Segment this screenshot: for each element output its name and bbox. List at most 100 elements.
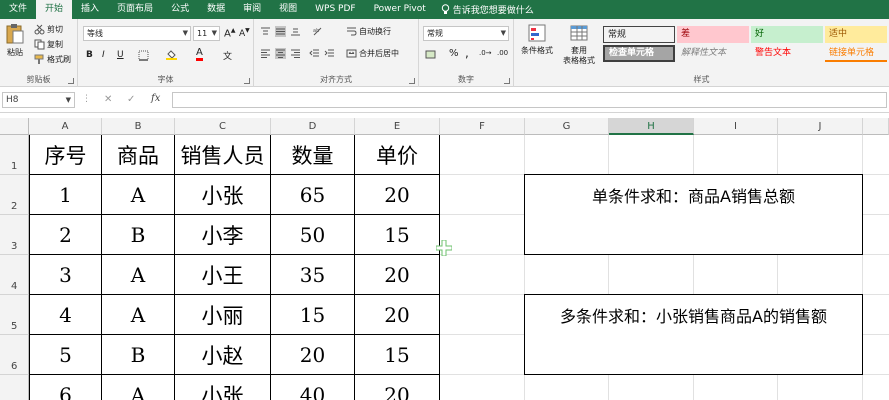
table-cell[interactable]: 20 bbox=[355, 375, 439, 400]
tab-data[interactable]: 数据 bbox=[198, 0, 234, 19]
paste-button[interactable]: 粘贴 bbox=[4, 23, 26, 58]
decrease-indent-button[interactable] bbox=[309, 48, 320, 59]
single-condition-sum-result[interactable] bbox=[524, 214, 863, 255]
table-cell[interactable]: A bbox=[102, 295, 174, 334]
row-header-3[interactable]: 3 bbox=[0, 215, 29, 255]
tab-wps-pdf[interactable]: WPS PDF bbox=[306, 0, 364, 19]
row-header-6[interactable]: 6 bbox=[0, 335, 29, 375]
table-cell[interactable]: 小张 bbox=[175, 375, 270, 400]
tab-insert[interactable]: 插入 bbox=[72, 0, 108, 19]
insert-function-button[interactable]: fx bbox=[151, 93, 160, 104]
number-launcher[interactable] bbox=[504, 78, 510, 84]
style-bad[interactable]: 差 bbox=[677, 26, 749, 43]
column-header-a[interactable]: A bbox=[29, 118, 102, 135]
column-header-g[interactable]: G bbox=[525, 118, 609, 135]
table-cell[interactable]: 小赵 bbox=[175, 335, 270, 374]
table-cell[interactable]: 6 bbox=[30, 375, 101, 400]
row-header-5[interactable]: 5 bbox=[0, 295, 29, 335]
alignment-launcher[interactable] bbox=[409, 78, 415, 84]
table-cell[interactable]: 小张 bbox=[175, 175, 270, 214]
multi-condition-sum-label[interactable]: 多条件求和：小张销售商品A的销售额 bbox=[524, 294, 863, 335]
table-cell[interactable]: 4 bbox=[30, 295, 101, 334]
currency-button[interactable] bbox=[425, 49, 436, 60]
table-cell[interactable]: A bbox=[102, 255, 174, 294]
table-cell[interactable]: 40 bbox=[271, 375, 354, 400]
column-header-i[interactable]: I bbox=[694, 118, 778, 135]
number-format-select[interactable]: 常规 ▼ bbox=[423, 26, 509, 41]
bold-button[interactable]: B bbox=[86, 50, 93, 60]
tab-power-pivot[interactable]: Power Pivot bbox=[365, 0, 435, 19]
decrease-decimal-button[interactable]: .00 bbox=[497, 49, 508, 57]
merge-center-button[interactable]: 合并后居中 bbox=[346, 48, 399, 59]
cancel-icon[interactable]: ✕ bbox=[104, 94, 112, 105]
style-neutral[interactable]: 适中 bbox=[825, 26, 887, 43]
wrap-text-button[interactable]: 自动换行 bbox=[346, 26, 391, 37]
enter-icon[interactable]: ✓ bbox=[127, 94, 135, 105]
row-header-4[interactable]: 4 bbox=[0, 255, 29, 295]
column-header-b[interactable]: B bbox=[102, 118, 175, 135]
single-condition-sum-label[interactable]: 单条件求和：商品A销售总额 bbox=[524, 174, 863, 215]
column-header-f[interactable]: F bbox=[440, 118, 525, 135]
table-cell[interactable]: B bbox=[102, 215, 174, 254]
table-cell[interactable]: 15 bbox=[355, 335, 439, 374]
comma-button[interactable]: , bbox=[465, 46, 469, 60]
table-header-cell[interactable]: 商品 bbox=[102, 135, 174, 174]
table-cell[interactable]: 20 bbox=[355, 295, 439, 334]
font-launcher[interactable] bbox=[244, 78, 250, 84]
style-warning[interactable]: 警告文本 bbox=[751, 45, 823, 62]
increase-decimal-button[interactable]: .0→ bbox=[479, 49, 492, 57]
copy-button[interactable]: 复制 bbox=[34, 39, 63, 50]
underline-button[interactable]: U bbox=[117, 50, 124, 60]
tab-view[interactable]: 视图 bbox=[270, 0, 306, 19]
conditional-format-button[interactable]: 条件格式 bbox=[518, 23, 556, 56]
table-cell[interactable]: 65 bbox=[271, 175, 354, 214]
align-bottom-button[interactable] bbox=[290, 26, 301, 37]
border-button[interactable] bbox=[138, 50, 149, 61]
table-cell[interactable]: A bbox=[102, 175, 174, 214]
tab-formulas[interactable]: 公式 bbox=[162, 0, 198, 19]
table-cell[interactable]: B bbox=[102, 335, 174, 374]
table-cell[interactable]: 15 bbox=[271, 295, 354, 334]
table-cell[interactable]: 35 bbox=[271, 255, 354, 294]
table-cell[interactable]: 2 bbox=[30, 215, 101, 254]
font-size-select[interactable]: 11 ▼ bbox=[193, 26, 220, 41]
column-header-h[interactable]: H bbox=[609, 118, 694, 135]
table-cell[interactable]: 5 bbox=[30, 335, 101, 374]
tell-me-box[interactable]: 告诉我您想要做什么 bbox=[435, 3, 534, 16]
format-painter-button[interactable]: 格式刷 bbox=[34, 54, 71, 65]
fill-color-button[interactable] bbox=[166, 49, 177, 60]
orientation-button[interactable]: ab bbox=[312, 26, 323, 37]
clipboard-launcher[interactable] bbox=[68, 78, 74, 84]
column-header-k[interactable] bbox=[863, 118, 889, 135]
formula-input[interactable] bbox=[172, 92, 887, 108]
row-header-1[interactable]: 1 bbox=[0, 135, 29, 175]
name-box[interactable]: H8 ▼ bbox=[2, 92, 75, 108]
table-header-cell[interactable]: 数量 bbox=[271, 135, 354, 174]
row-header-7[interactable] bbox=[0, 375, 29, 400]
table-cell[interactable]: 3 bbox=[30, 255, 101, 294]
style-linked-cell[interactable]: 链接单元格 bbox=[825, 45, 887, 62]
format-as-table-button[interactable]: 套用 表格格式 bbox=[558, 23, 600, 66]
column-header-c[interactable]: C bbox=[175, 118, 271, 135]
table-cell[interactable]: 20 bbox=[355, 255, 439, 294]
table-cell[interactable]: 小王 bbox=[175, 255, 270, 294]
table-cell[interactable]: 小丽 bbox=[175, 295, 270, 334]
font-name-select[interactable]: 等线 ▼ bbox=[83, 26, 191, 41]
italic-button[interactable]: I bbox=[102, 50, 105, 60]
column-header-d[interactable]: D bbox=[271, 118, 355, 135]
style-explanatory[interactable]: 解释性文本 bbox=[677, 45, 749, 62]
tab-file[interactable]: 文件 bbox=[0, 0, 36, 19]
column-header-e[interactable]: E bbox=[355, 118, 440, 135]
grow-font-button[interactable]: A▲ bbox=[224, 27, 235, 39]
align-left-button[interactable] bbox=[260, 48, 271, 59]
shrink-font-button[interactable]: A▼ bbox=[239, 27, 250, 39]
column-header-j[interactable]: J bbox=[778, 118, 863, 135]
tab-home[interactable]: 开始 bbox=[36, 0, 73, 19]
table-cell[interactable]: 小李 bbox=[175, 215, 270, 254]
table-header-cell[interactable]: 序号 bbox=[30, 135, 101, 174]
style-check-cell[interactable]: 检查单元格 bbox=[603, 45, 675, 62]
font-color-button[interactable]: A bbox=[196, 48, 203, 61]
table-cell[interactable]: A bbox=[102, 375, 174, 400]
select-all-corner[interactable] bbox=[0, 118, 29, 135]
cut-button[interactable]: 剪切 bbox=[34, 24, 63, 35]
